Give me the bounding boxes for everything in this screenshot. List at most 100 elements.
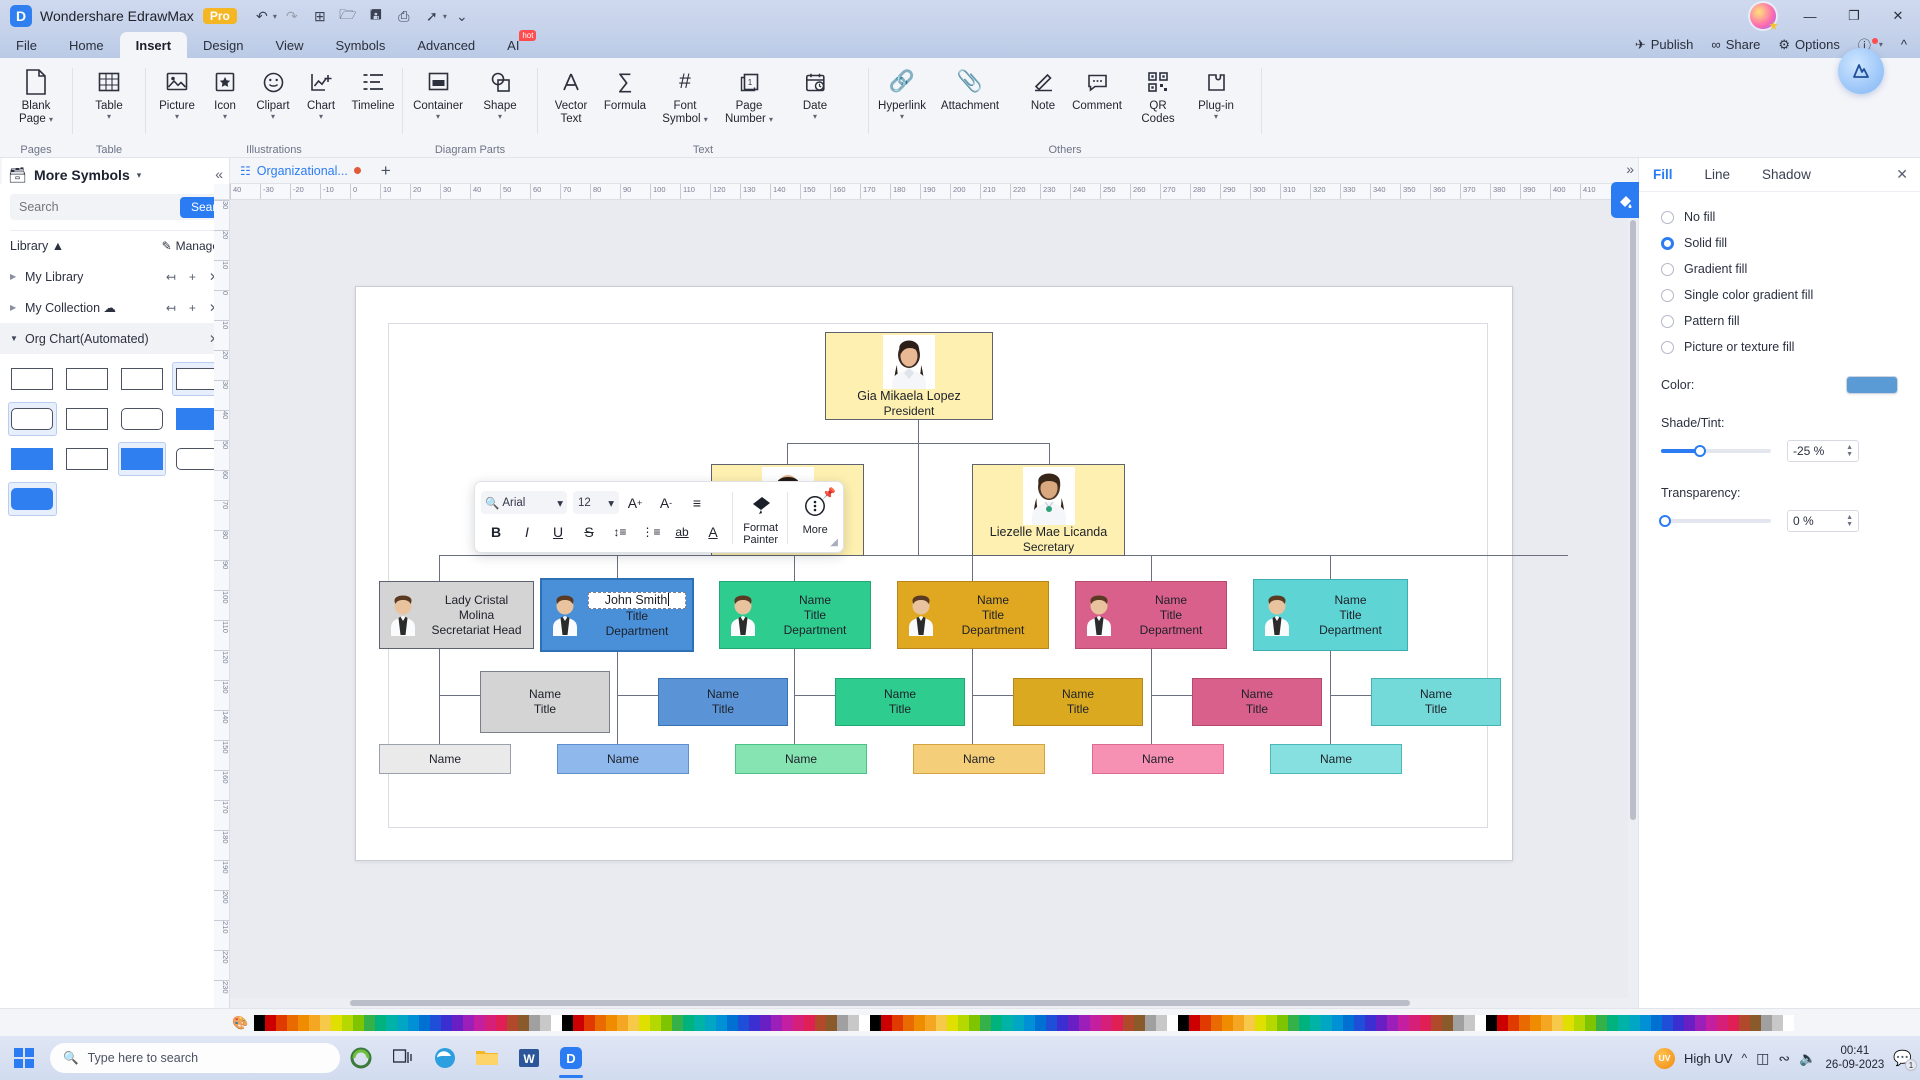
palette-swatch[interactable] [881, 1015, 892, 1031]
palette-swatch[interactable] [1266, 1015, 1277, 1031]
clock[interactable]: 00:41 26-09-2023 [1825, 1044, 1884, 1072]
org-node-secretary[interactable]: Liezelle Mae Licanda Secretary [972, 464, 1125, 556]
slider-knob[interactable] [1694, 445, 1706, 457]
palette-swatch[interactable] [914, 1015, 925, 1031]
palette-swatch[interactable] [1673, 1015, 1684, 1031]
document-tab[interactable]: ☷ Organizational... [230, 158, 371, 184]
palette-swatch[interactable] [1002, 1015, 1013, 1031]
stepper-arrows-icon[interactable]: ▲▼ [1846, 514, 1853, 528]
print-button[interactable]: ⎙ [391, 4, 417, 28]
org-node-secretariat-head[interactable]: Lady Cristal Molina Secretariat Head [379, 581, 534, 649]
tab-ai[interactable]: AI hot [491, 32, 535, 58]
add-icon[interactable]: + [189, 301, 196, 315]
palette-swatch[interactable] [1233, 1015, 1244, 1031]
icon-caret-icon[interactable]: ▾ [223, 113, 227, 121]
stepper-arrows-icon[interactable]: ▲▼ [1846, 444, 1853, 458]
palette-swatch[interactable] [1343, 1015, 1354, 1031]
publish-button[interactable]: ✈ Publish [1628, 35, 1701, 55]
palette-swatch[interactable] [1145, 1015, 1156, 1031]
stencil-item[interactable] [118, 402, 167, 436]
share-button[interactable]: ∞ Share [1704, 35, 1767, 54]
stencil-item[interactable] [8, 482, 57, 516]
palette-swatch[interactable] [672, 1015, 683, 1031]
align-button[interactable]: ≡ [682, 489, 712, 516]
palette-swatch[interactable] [947, 1015, 958, 1031]
palette-swatch[interactable] [265, 1015, 276, 1031]
palette-swatch[interactable] [1739, 1015, 1750, 1031]
hyperlink-caret-icon[interactable]: ▾ [900, 113, 904, 121]
org-node-name-editor[interactable]: John Smith [588, 592, 686, 609]
format-painter-button[interactable]: FormatPainter [739, 488, 783, 546]
shade-tint-stepper[interactable]: -25 % ▲▼ [1787, 440, 1859, 462]
sidebar-item-my-library[interactable]: ▶ My Library ↤ + ✕ [0, 261, 229, 292]
palette-swatch[interactable] [859, 1015, 870, 1031]
org-node-level4-3[interactable]: Name [735, 744, 867, 774]
hyperlink-button[interactable]: 🔗 Hyperlink ▾ [871, 64, 933, 121]
palette-swatch[interactable] [1728, 1015, 1739, 1031]
color-swatch-button[interactable] [1846, 376, 1898, 394]
table-caret-icon[interactable]: ▾ [107, 113, 111, 121]
palette-swatch[interactable] [1244, 1015, 1255, 1031]
fill-option-pattern-fill[interactable]: Pattern fill [1639, 308, 1920, 334]
palette-swatch[interactable] [1761, 1015, 1772, 1031]
palette-swatch[interactable] [298, 1015, 309, 1031]
collapse-panel-button[interactable]: « [215, 166, 223, 182]
palette-swatch[interactable] [837, 1015, 848, 1031]
stencil-item[interactable] [118, 442, 167, 476]
palette-swatch[interactable] [507, 1015, 518, 1031]
palette-swatch[interactable] [1596, 1015, 1607, 1031]
palette-swatch[interactable] [551, 1015, 562, 1031]
palette-swatch[interactable] [1574, 1015, 1585, 1031]
palette-swatch[interactable] [518, 1015, 529, 1031]
palette-swatch[interactable] [892, 1015, 903, 1031]
org-node-john-smith[interactable]: John Smith Title Department [541, 579, 693, 651]
minimize-button[interactable]: — [1788, 0, 1832, 32]
palette-swatch[interactable] [1651, 1015, 1662, 1031]
scrollbar-thumb[interactable] [1630, 220, 1636, 820]
palette-swatch[interactable] [1662, 1015, 1673, 1031]
canvas[interactable]: Gia Mikaela Lopez President Mark Amayo V… [230, 200, 1638, 1008]
underline-button[interactable]: U [543, 518, 573, 545]
tab-symbols[interactable]: Symbols [319, 32, 401, 58]
scrollbar-thumb[interactable] [350, 1000, 1410, 1006]
options-button[interactable]: ⚙ Options [1771, 35, 1846, 55]
palette-swatch[interactable] [1695, 1015, 1706, 1031]
bold-button[interactable]: B [481, 518, 511, 545]
palette-swatch[interactable] [1607, 1015, 1618, 1031]
palette-swatch[interactable] [1090, 1015, 1101, 1031]
org-node-level4-6[interactable]: Name [1270, 744, 1402, 774]
palette-swatch[interactable] [903, 1015, 914, 1031]
save-button[interactable]: 🖪 [363, 4, 389, 28]
palette-swatch[interactable] [617, 1015, 628, 1031]
tab-fill[interactable]: Fill [1653, 167, 1673, 182]
org-node-level3-6[interactable]: Name Title [1371, 678, 1501, 726]
taskbar-search[interactable]: 🔍 Type here to search [50, 1043, 340, 1073]
palette-swatch[interactable] [529, 1015, 540, 1031]
palette-swatch[interactable] [1178, 1015, 1189, 1031]
floating-text-toolbar[interactable]: 🔍 Arial ▾ 12 ▾ A+ A- ≡ B I U S ↕≡ ⋮≡ a [474, 481, 844, 553]
palette-swatch[interactable] [1486, 1015, 1497, 1031]
org-node-level2-4[interactable]: Name Title Department [897, 581, 1049, 649]
stencil-item[interactable] [63, 442, 112, 476]
fill-option-gradient-fill[interactable]: Gradient fill [1639, 256, 1920, 282]
palette-swatch[interactable] [1321, 1015, 1332, 1031]
pin-icon[interactable]: 📌 [822, 487, 836, 500]
palette-swatch[interactable] [1409, 1015, 1420, 1031]
task-view-icon[interactable] [382, 1036, 424, 1080]
close-button[interactable]: ✕ [1876, 0, 1920, 32]
palette-swatch[interactable] [540, 1015, 551, 1031]
comment-button[interactable]: Comment [1066, 64, 1128, 113]
redo-button[interactable]: ↷ [279, 4, 305, 28]
org-node-level4-4[interactable]: Name [913, 744, 1045, 774]
palette-swatch[interactable] [1299, 1015, 1310, 1031]
stencil-item[interactable] [8, 362, 57, 396]
undo-button[interactable]: ↶ [249, 4, 275, 28]
palette-swatch[interactable] [1134, 1015, 1145, 1031]
notifications-button[interactable]: 💬 1 [1893, 1049, 1912, 1067]
palette-swatch[interactable] [254, 1015, 265, 1031]
org-node-level4-1[interactable]: Name [379, 744, 511, 774]
palette-swatch[interactable] [650, 1015, 661, 1031]
palette-swatch[interactable] [705, 1015, 716, 1031]
note-button[interactable]: Note [1012, 64, 1074, 113]
stencil-item[interactable] [63, 402, 112, 436]
